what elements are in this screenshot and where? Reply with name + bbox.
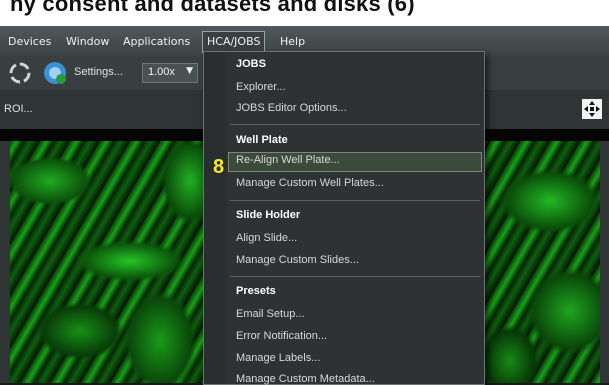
chevron-down-icon: ▼ bbox=[186, 66, 193, 76]
viewer-left-border bbox=[0, 141, 10, 383]
menu-item-manage-labels[interactable]: Manage Labels... bbox=[236, 352, 320, 364]
caption-banner: ny consent and datasets and disks (6) bbox=[0, 0, 609, 26]
menu-separator bbox=[230, 124, 480, 125]
section-title-well-plate: Well Plate bbox=[236, 134, 288, 146]
live-camera-icon[interactable] bbox=[42, 60, 68, 86]
menu-item-manage-custom-well-plates[interactable]: Manage Custom Well Plates... bbox=[236, 177, 384, 189]
refresh-icon[interactable] bbox=[8, 61, 32, 85]
menu-item-error-notification[interactable]: Error Notification... bbox=[236, 330, 327, 342]
menu-separator bbox=[230, 276, 480, 277]
menu-item-align-slide[interactable]: Align Slide... bbox=[236, 232, 297, 244]
hca-jobs-dropdown-menu: JOBS Explorer... JOBS Editor Options... … bbox=[203, 51, 485, 385]
menu-hca-jobs[interactable]: HCA/JOBS bbox=[202, 31, 266, 53]
menu-applications[interactable]: Applications bbox=[119, 33, 194, 51]
zoom-value: 1.00x bbox=[148, 66, 175, 78]
zoom-select[interactable]: 1.00x ▼ bbox=[142, 63, 198, 83]
menu-window[interactable]: Window bbox=[62, 33, 113, 51]
section-title-slide-holder: Slide Holder bbox=[236, 209, 301, 221]
step-number-marker: 8 bbox=[213, 156, 225, 178]
section-title-jobs: JOBS bbox=[236, 58, 266, 70]
move-arrows-icon[interactable] bbox=[582, 99, 602, 119]
settings-button[interactable]: Settings... bbox=[74, 66, 123, 78]
menu-devices[interactable]: Devices bbox=[4, 33, 55, 51]
menu-icon-gutter bbox=[204, 52, 226, 384]
menu-item-jobs-editor-options[interactable]: JOBS Editor Options... bbox=[236, 102, 347, 114]
viewer-right-border bbox=[600, 141, 609, 383]
menu-item-manage-custom-metadata[interactable]: Manage Custom Metadata... bbox=[236, 373, 375, 385]
menu-item-explorer[interactable]: Explorer... bbox=[236, 81, 286, 93]
menu-item-email-setup[interactable]: Email Setup... bbox=[236, 308, 304, 320]
menu-item-manage-custom-slides[interactable]: Manage Custom Slides... bbox=[236, 254, 359, 266]
menu-separator bbox=[230, 200, 480, 201]
menu-item-re-align-well-plate[interactable]: Re-Align Well Plate... bbox=[236, 154, 340, 166]
caption-text: ny consent and datasets and disks (6) bbox=[10, 0, 415, 16]
roi-button[interactable]: ROI... bbox=[4, 103, 33, 115]
section-title-presets: Presets bbox=[236, 285, 276, 297]
menu-help[interactable]: Help bbox=[276, 33, 309, 51]
